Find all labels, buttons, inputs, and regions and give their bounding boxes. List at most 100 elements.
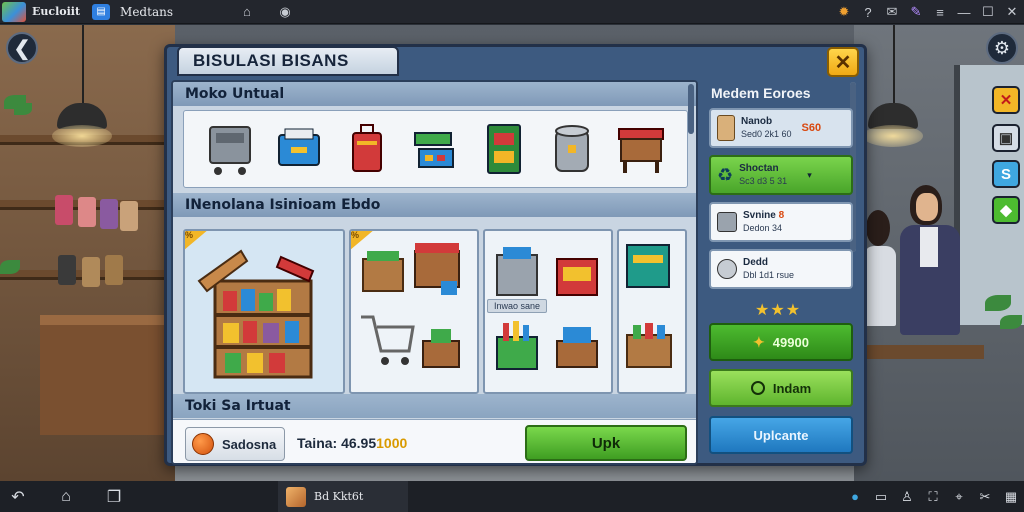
item-grey-bin[interactable] — [545, 119, 599, 179]
lamp-cord — [82, 25, 84, 105]
dialog-close-button[interactable]: ✕ — [827, 47, 859, 77]
baskets-image — [361, 243, 460, 368]
side-card-sub: Dedon 34 — [743, 223, 783, 233]
help-icon[interactable]: ? — [856, 0, 880, 24]
item-safe-cart[interactable] — [203, 119, 257, 179]
dialog-title-tab: BISULASI BISANS — [177, 46, 399, 76]
shop-main-panel: Moko Untual INenolana Isinioam Ebdo % % … — [171, 80, 698, 465]
product-jar — [58, 255, 76, 285]
info-circle-icon — [750, 381, 765, 395]
side-card-sub: Sed0 2k1 60 — [741, 129, 792, 139]
card-badge-label: Inwao sane — [487, 299, 547, 313]
back-icon[interactable]: ↶ — [0, 482, 36, 512]
scrollbar[interactable] — [688, 84, 694, 134]
item-red-suitcase[interactable] — [340, 119, 394, 179]
scroll-thumb[interactable] — [688, 84, 694, 134]
home-icon[interactable]: ⌂ — [235, 0, 259, 24]
message-icon[interactable]: ✉ — [880, 0, 904, 24]
emulator-logo-icon — [2, 1, 26, 22]
product-jar — [105, 255, 123, 285]
side-panel-heading: Medem Eoroes — [711, 85, 811, 101]
clipboard-icon[interactable]: ▣ — [992, 124, 1020, 152]
shop-counter — [40, 315, 165, 435]
coin-stack-icon — [717, 259, 737, 279]
fullscreen-icon[interactable]: ⛶ — [920, 482, 946, 512]
partial-card-image — [626, 244, 672, 368]
shop-item-row — [183, 110, 688, 188]
screen-icon[interactable]: ▭ — [868, 482, 894, 512]
person-icon[interactable]: ♙ — [894, 482, 920, 512]
item-stacked-boxes[interactable] — [408, 119, 462, 179]
close-red-x-icon[interactable]: ✕ — [992, 86, 1020, 114]
shop-card-partial[interactable] — [617, 229, 687, 394]
section-heading-top: Moko Untual — [173, 82, 696, 106]
shop-card-row: % % Inwao sane — [183, 229, 688, 394]
buy-button[interactable]: Upk — [525, 425, 687, 461]
buy-button-label: Upk — [591, 434, 621, 452]
shop-card-featured[interactable]: % — [183, 229, 345, 394]
upgrade-button-label: Uplcante — [753, 427, 809, 443]
recent-apps-icon[interactable]: ❐ — [96, 482, 132, 512]
emulator-title-bar: Eucloiit ▤ Medtans ⌂ ◉ ✹ ? ✉ ✎ ≡ — ☐ ✕ — [0, 0, 1024, 24]
lamp-glow — [52, 125, 112, 147]
lamp-glow — [863, 125, 923, 147]
scissors-icon[interactable]: ✂ — [972, 482, 998, 512]
upgrade-button[interactable]: Uplcante — [709, 416, 853, 454]
side-card-sub: Sc3 d3 5 31 — [739, 176, 788, 186]
multi-instance-icon[interactable]: ▦ — [998, 482, 1024, 512]
money-button[interactable]: ✦ 49900 — [709, 323, 853, 361]
side-card-3[interactable]: Svnine 8 Dedon 34 — [709, 202, 853, 242]
product-jar — [78, 197, 96, 227]
secondary-button[interactable]: Sadosna — [185, 427, 285, 461]
product-jar — [100, 199, 118, 229]
shop-card-baskets[interactable]: % — [349, 229, 479, 394]
side-card-2[interactable]: ♻ Shoctan Sc3 d3 5 31 ▾ — [709, 155, 853, 195]
plant-leaf — [1000, 315, 1022, 329]
emulator-nav-bar: ↶ ⌂ ❐ Bd Kkt6t ● ▭ ♙ ⛶ ⌖ ✂ ▦ — [0, 481, 1024, 512]
section-heading-middle: INenolana Isinioam Ebdo — [173, 193, 696, 217]
side-card-sub: Dbl 1d1 rsue — [743, 270, 795, 280]
app-tab-icon[interactable]: ▤ — [92, 3, 111, 20]
app-icon — [286, 486, 306, 507]
swap-icon[interactable]: S — [992, 160, 1020, 188]
plant-leaf — [14, 103, 32, 115]
side-card-4[interactable]: Dedd Dbl 1d1 rsue — [709, 249, 853, 289]
close-icon: ✕ — [834, 51, 852, 74]
game-back-button[interactable]: ❮ — [6, 32, 38, 64]
product-jar — [82, 257, 100, 287]
info-icon[interactable]: ● — [842, 482, 868, 512]
pen-icon[interactable]: ✎ — [904, 0, 928, 24]
lime-button[interactable]: Indam — [709, 369, 853, 407]
sun-icon[interactable]: ✹ — [832, 0, 856, 24]
chevron-down-icon: ▾ — [807, 169, 812, 180]
product-jar — [120, 201, 138, 231]
item-red-desk[interactable] — [614, 119, 668, 179]
app-tab-label[interactable]: Medtans — [120, 5, 173, 19]
lime-button-label: Indam — [772, 380, 812, 396]
running-app-label: Bd Kkt6t — [314, 490, 364, 503]
home-icon[interactable]: ⌂ — [48, 482, 84, 512]
plant-leaf — [0, 260, 20, 274]
tag-icon[interactable]: ◆ — [992, 196, 1020, 224]
settings-gear-icon[interactable]: ⚙ — [986, 32, 1018, 64]
camera-icon[interactable]: ◉ — [273, 0, 297, 24]
location-icon[interactable]: ⌖ — [946, 482, 972, 512]
maximize-icon[interactable]: ☐ — [976, 0, 1000, 24]
dialog-title: BISULASI BISANS — [193, 51, 349, 70]
section-heading-bottom: Toki Sa Irtuat — [173, 394, 696, 418]
jar-icon — [717, 115, 735, 141]
emulator-app-name: Eucloiit — [32, 5, 81, 18]
item-green-cabinet[interactable] — [477, 119, 531, 179]
plant-leaf — [985, 295, 1011, 311]
side-card-price: S60 — [801, 122, 822, 134]
item-blue-box[interactable] — [272, 119, 326, 179]
menu-icon[interactable]: ≡ — [928, 0, 952, 24]
close-icon[interactable]: ✕ — [1000, 0, 1024, 24]
product-jar — [55, 195, 73, 225]
recycle-icon: ♻ — [717, 164, 734, 185]
side-card-1[interactable]: Nanob Sed0 2k1 60 S60 — [709, 108, 853, 148]
minimize-icon[interactable]: — — [952, 0, 976, 24]
shop-card-storage[interactable]: Inwao sane — [483, 229, 613, 394]
side-card-name: Dedd — [743, 257, 768, 268]
running-app-chip[interactable]: Bd Kkt6t — [278, 481, 408, 512]
